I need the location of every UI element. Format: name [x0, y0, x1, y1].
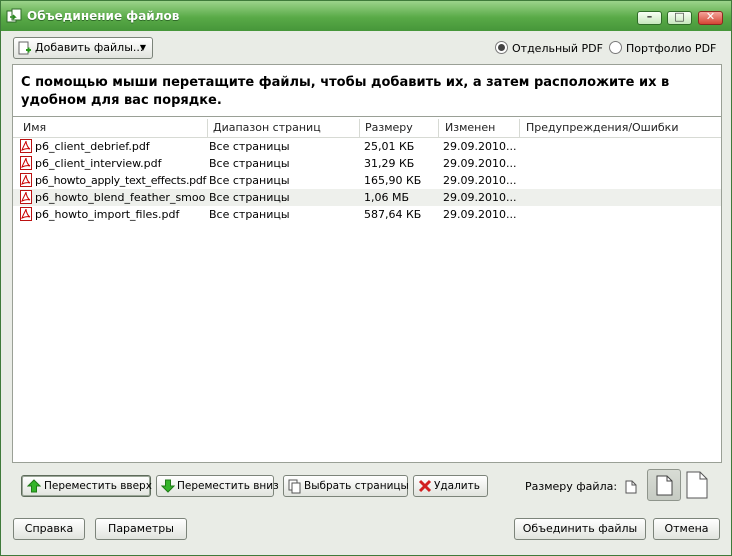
cancel-button[interactable]: Отмена: [653, 518, 720, 540]
pages-icon: [288, 479, 301, 494]
maximize-button[interactable]: □: [667, 10, 692, 25]
title-bar: Объединение файлов – □ ✕: [1, 1, 731, 31]
options-label: Параметры: [108, 522, 174, 535]
table-row[interactable]: p6_howto_apply_text_effects.pdf Все стра…: [13, 172, 721, 189]
modified-date: 29.09.2010...: [443, 157, 517, 170]
file-name: p6_howto_import_files.pdf: [35, 208, 180, 221]
move-up-button[interactable]: Переместить вверх: [21, 475, 152, 497]
large-file-size-icon[interactable]: [686, 471, 708, 499]
page-range: Все страницы: [209, 191, 290, 204]
page-range: Все страницы: [209, 174, 290, 187]
choose-pages-button[interactable]: Выбрать страницы: [283, 475, 409, 497]
file-name: p6_howto_apply_text_effects.pdf: [35, 174, 207, 187]
file-size-label: Размеру файла:: [525, 480, 618, 493]
page-range: Все страницы: [209, 157, 290, 170]
delete-label: Удалить: [434, 480, 480, 492]
page-range: Все страницы: [209, 140, 290, 153]
options-button[interactable]: Параметры: [95, 518, 187, 540]
modified-date: 29.09.2010...: [443, 191, 517, 204]
table-row[interactable]: p6_client_debrief.pdf Все страницы 25,01…: [13, 138, 721, 155]
file-name: p6_client_interview.pdf: [35, 157, 162, 170]
page-range: Все страницы: [209, 208, 290, 221]
medium-file-size-icon: [656, 475, 673, 496]
column-header-size[interactable]: Размеру: [365, 121, 413, 134]
portfolio-pdf-label: Портфолио PDF: [626, 42, 717, 55]
file-size: 165,90 КБ: [364, 174, 422, 187]
pdf-file-icon: [20, 190, 32, 204]
modified-date: 29.09.2010...: [443, 140, 517, 153]
help-label: Справка: [24, 522, 74, 535]
column-divider[interactable]: [519, 119, 520, 137]
file-list-panel[interactable]: С помощью мыши перетащите файлы, чтобы д…: [12, 64, 722, 463]
window-title: Объединение файлов: [27, 9, 180, 23]
modified-date: 29.09.2010...: [443, 208, 517, 221]
minimize-button[interactable]: –: [637, 10, 662, 25]
instruction-text: С помощью мыши перетащите файлы, чтобы д…: [21, 75, 670, 108]
combine-files-window: Объединение файлов – □ ✕ Добавить файлы.…: [0, 0, 732, 556]
separate-pdf-radio[interactable]: Отдельный PDF: [495, 41, 603, 55]
close-button[interactable]: ✕: [698, 10, 723, 25]
file-size: 1,06 МБ: [364, 191, 410, 204]
close-icon: ✕: [705, 10, 716, 23]
portfolio-pdf-radio[interactable]: Портфолио PDF: [609, 41, 716, 55]
table-row[interactable]: p6_client_interview.pdf Все страницы 31,…: [13, 155, 721, 172]
column-header-warnings[interactable]: Предупреждения/Ошибки: [526, 121, 678, 134]
column-header-range[interactable]: Диапазон страниц: [213, 121, 321, 134]
radio-unselected-icon: [609, 41, 622, 54]
arrow-up-icon: [27, 479, 41, 493]
table-header: Имя Диапазон страниц Размеру Изменен Пре…: [13, 119, 721, 138]
combine-files-button[interactable]: Объединить файлы: [514, 518, 646, 540]
column-header-modified[interactable]: Изменен: [445, 121, 495, 134]
maximize-icon: □: [674, 10, 685, 23]
pdf-file-icon: [20, 156, 32, 170]
separate-pdf-label: Отдельный PDF: [512, 42, 603, 55]
move-down-button[interactable]: Переместить вниз: [156, 475, 279, 497]
arrow-down-icon: [161, 479, 175, 493]
file-size: 587,64 КБ: [364, 208, 422, 221]
dropdown-arrow-icon: ▼: [139, 43, 146, 52]
choose-pages-label: Выбрать страницы: [304, 480, 409, 492]
delete-button[interactable]: Удалить: [413, 475, 488, 497]
table-row[interactable]: p6_howto_import_files.pdf Все страницы 5…: [13, 206, 721, 223]
file-size: 31,29 КБ: [364, 157, 415, 170]
column-header-name[interactable]: Имя: [23, 121, 46, 134]
radio-selected-icon: [495, 41, 508, 54]
add-files-button[interactable]: Добавить файлы... ▼: [13, 37, 153, 59]
file-size: 25,01 КБ: [364, 140, 415, 153]
pdf-file-icon: [20, 173, 32, 187]
help-button[interactable]: Справка: [13, 518, 85, 540]
divider: [13, 116, 721, 117]
minimize-icon: –: [646, 10, 653, 23]
combine-files-label: Объединить файлы: [522, 522, 638, 535]
file-name: p6_client_debrief.pdf: [35, 140, 150, 153]
column-divider[interactable]: [438, 119, 439, 137]
move-down-label: Переместить вниз: [177, 480, 279, 492]
small-file-size-icon[interactable]: [625, 480, 637, 494]
file-name: p6_howto_blend_feather_smoo...: [35, 191, 205, 204]
pdf-file-icon: [20, 207, 32, 221]
delete-icon: [418, 479, 432, 493]
column-divider[interactable]: [207, 119, 208, 137]
move-up-label: Переместить вверх: [44, 480, 152, 492]
table-row[interactable]: p6_howto_blend_feather_smoo... Все стран…: [13, 189, 721, 206]
pdf-file-icon: [20, 139, 32, 153]
combine-files-icon: [6, 8, 22, 23]
column-divider[interactable]: [359, 119, 360, 137]
cancel-label: Отмена: [664, 522, 709, 535]
modified-date: 29.09.2010...: [443, 174, 517, 187]
default-file-size-button[interactable]: [647, 469, 681, 501]
add-files-label: Добавить файлы...: [35, 41, 144, 54]
add-file-icon: [18, 41, 31, 55]
